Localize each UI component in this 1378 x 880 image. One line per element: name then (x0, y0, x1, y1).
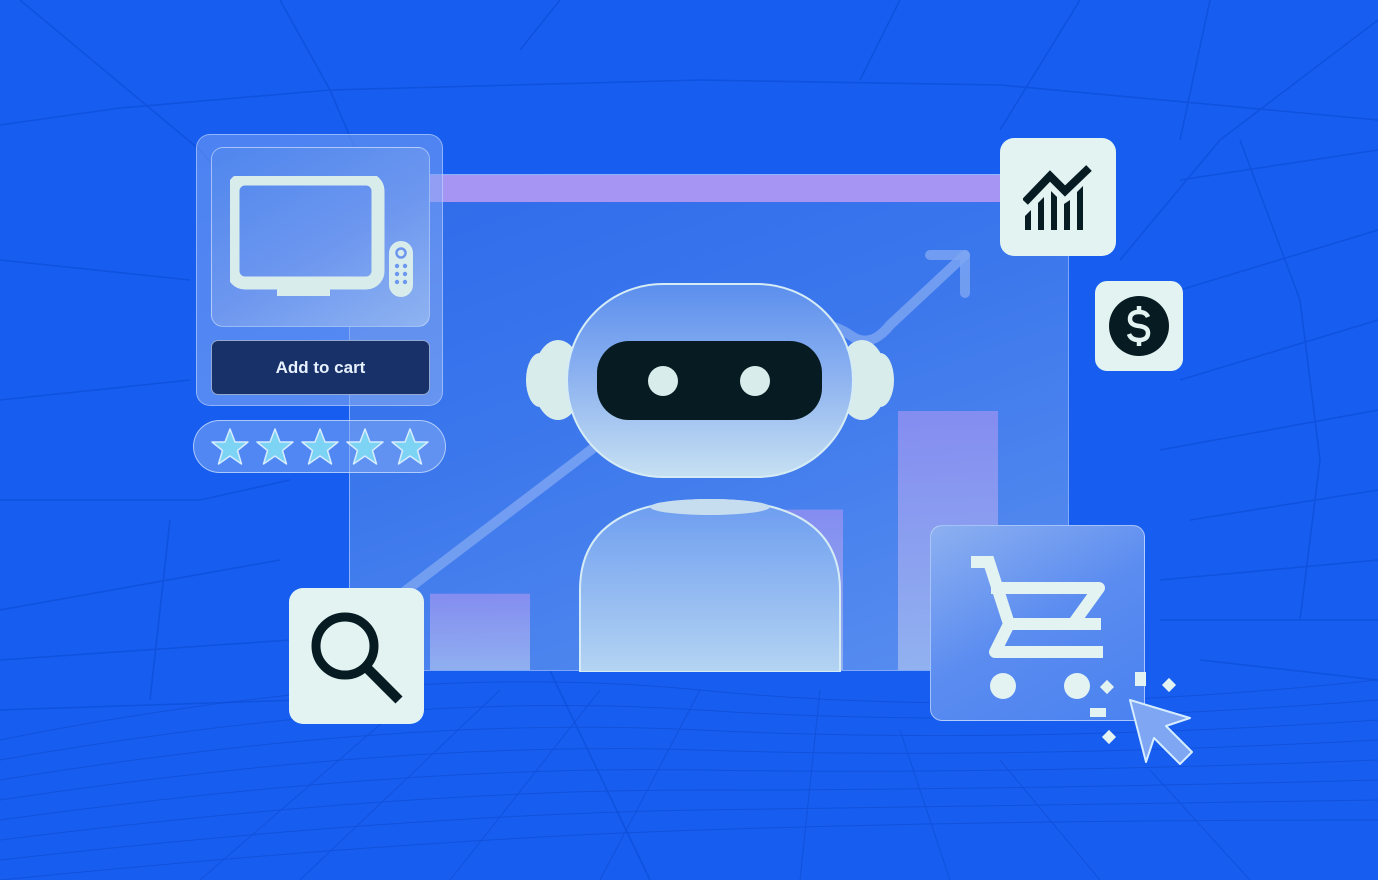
cursor-click-icon (1090, 672, 1193, 765)
robot-body (579, 498, 841, 672)
robot-visor (597, 341, 822, 420)
dashboard-bar (430, 593, 530, 670)
robot-neck (650, 499, 770, 515)
robot-assistant (526, 283, 894, 672)
star-icon[interactable] (210, 427, 250, 467)
analytics-tile[interactable] (1000, 138, 1116, 256)
star-icon[interactable] (345, 427, 385, 467)
product-image[interactable] (211, 147, 430, 327)
star-rating[interactable] (193, 420, 446, 473)
star-icon[interactable] (300, 427, 340, 467)
dollar-icon (1109, 296, 1169, 356)
tv-with-remote-icon (230, 176, 413, 297)
product-card: Add to cart (196, 134, 443, 406)
star-icon[interactable] (255, 427, 295, 467)
price-tile[interactable] (1095, 281, 1183, 371)
search-tile[interactable] (289, 588, 424, 724)
add-to-cart-button[interactable]: Add to cart (211, 340, 430, 395)
robot-eye-left (648, 366, 678, 396)
robot-eye-right (740, 366, 770, 396)
pointer-arrow (1129, 699, 1193, 765)
search-icon (311, 612, 403, 704)
star-icon[interactable] (390, 427, 430, 467)
growth-chart-icon (1023, 165, 1092, 230)
